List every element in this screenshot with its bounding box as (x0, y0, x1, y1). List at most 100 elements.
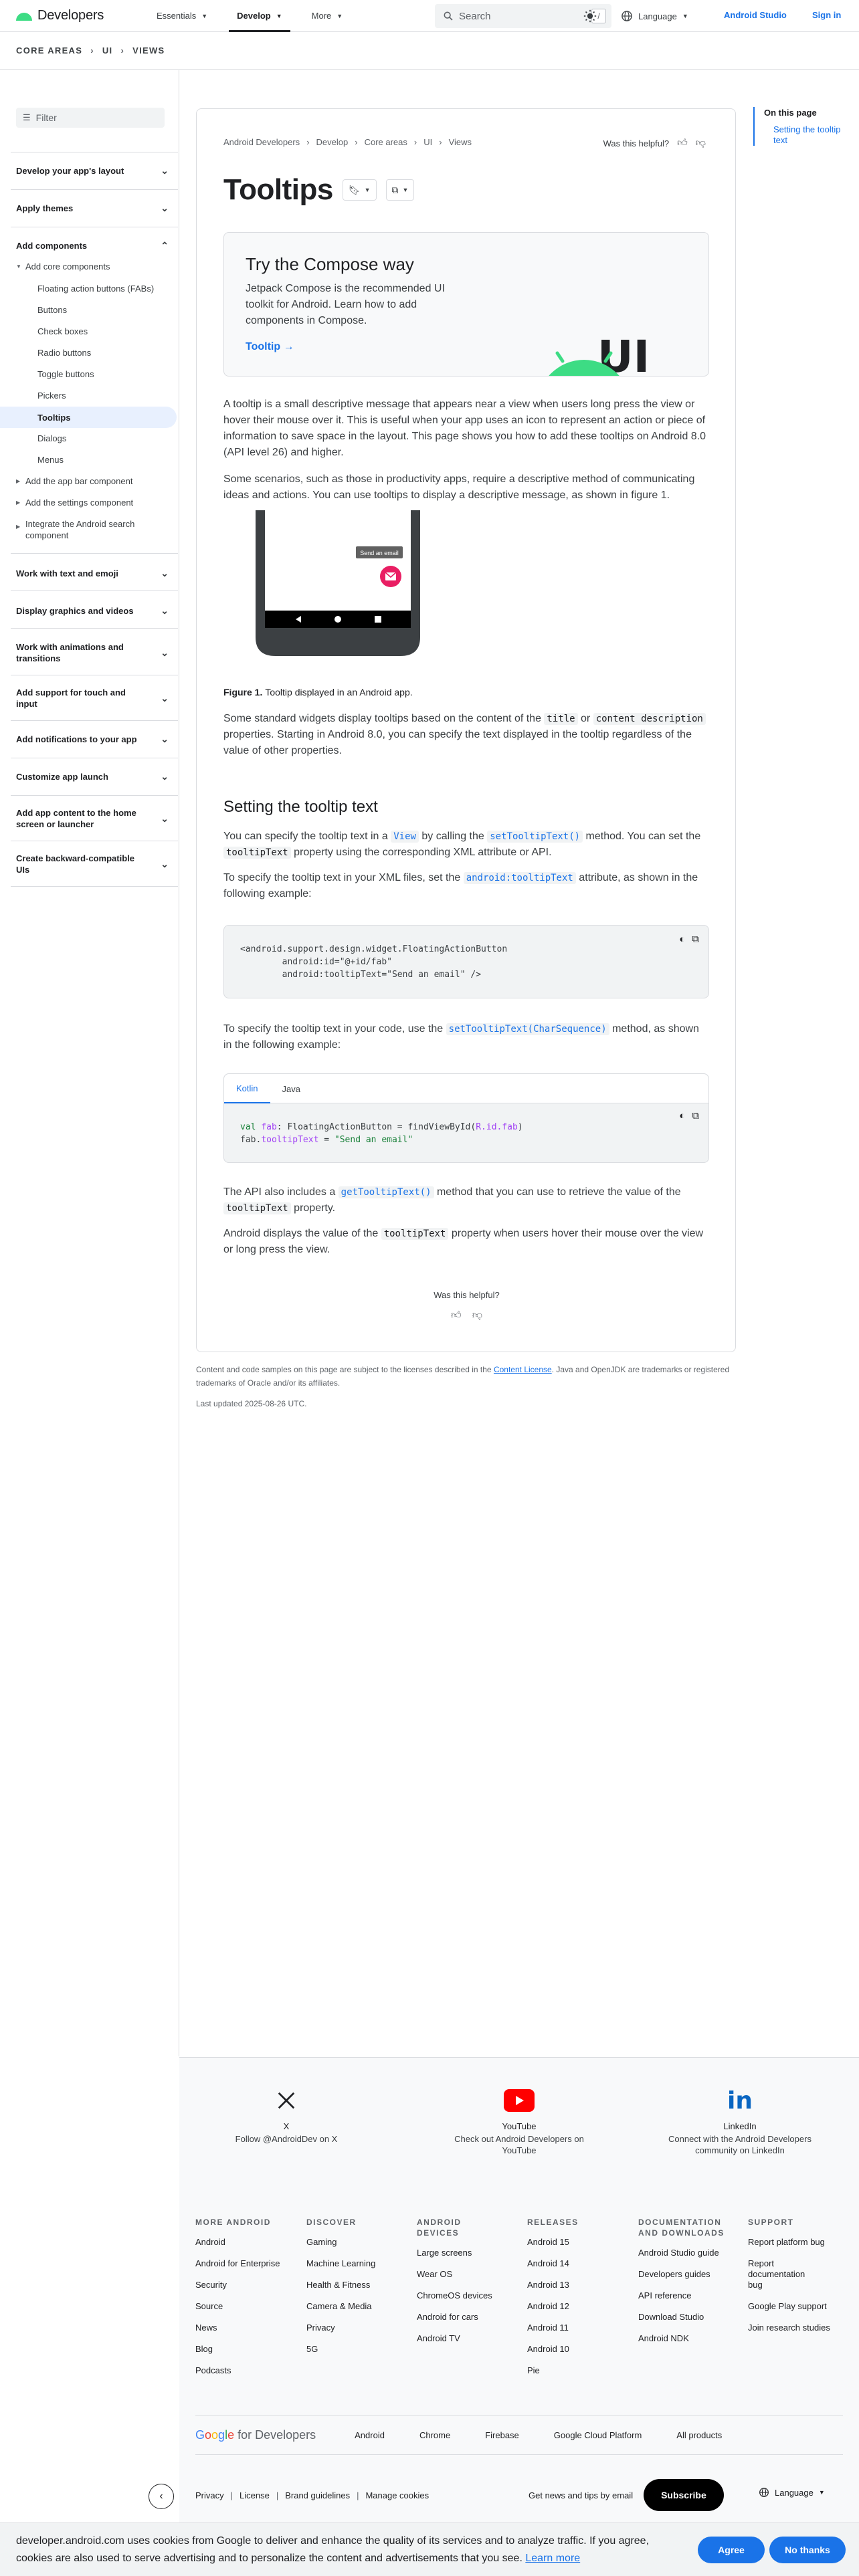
footer-link[interactable]: API reference (638, 2290, 739, 2301)
thumb-down-icon[interactable]: 👎︎ (696, 137, 706, 149)
sidebar-item-app-bar[interactable]: ▶ Add the app bar component (0, 475, 177, 487)
footer-link[interactable]: Security (195, 2280, 296, 2290)
footer-link[interactable]: Android 14 (527, 2258, 628, 2269)
toc-item-setting-text[interactable]: Setting the tooltip text (753, 119, 847, 146)
theme-toggle-button[interactable] (581, 7, 599, 25)
footer-link[interactable]: Machine Learning (306, 2258, 407, 2269)
copy-code-icon[interactable]: ⧉ (692, 934, 699, 945)
compose-tooltip-link[interactable]: Tooltip → (246, 341, 294, 353)
license-link[interactable]: License (240, 2490, 270, 2500)
footer-link[interactable]: Android for Enterprise (195, 2258, 296, 2269)
sidebar-section-layout[interactable]: Develop your app's layout ⌄ (0, 165, 179, 177)
footer-link[interactable]: 5G (306, 2344, 407, 2355)
view-link[interactable]: View (391, 831, 419, 843)
sidebar-item-menus[interactable]: Menus (0, 454, 177, 465)
footer-link[interactable]: Podcasts (195, 2365, 296, 2376)
social-x[interactable]: X Follow @AndroidDev on X (213, 2087, 360, 2145)
sidebar-section-animations[interactable]: Work with animations and transitions ⌄ (0, 641, 179, 664)
footer-link[interactable]: Join research studies (748, 2323, 842, 2333)
sidebar-section-backward[interactable]: Create backward-compatible UIs ⌄ (0, 853, 179, 875)
settooltiptext-charsequence-link[interactable]: setTooltipText(CharSequence) (446, 1023, 609, 1035)
footer-link[interactable]: Wear OS (417, 2269, 517, 2280)
footer-link[interactable]: Android Studio guide (638, 2248, 739, 2258)
footer-link[interactable]: Large screens (417, 2248, 517, 2258)
tooltiptext-attr-link[interactable]: android:tooltipText (463, 872, 576, 884)
gettooltiptext-link[interactable]: getTooltipText() (338, 1186, 434, 1198)
google-for-developers-logo[interactable]: Google for Developers (195, 2428, 316, 2442)
learn-more-link[interactable]: Learn more (525, 2553, 580, 2564)
developers-logo[interactable]: Developers (15, 8, 122, 23)
android-studio-link[interactable]: Android Studio (724, 10, 787, 20)
sidebar-item-fabs[interactable]: Floating action buttons (FABs) (0, 283, 177, 294)
copy-code-icon[interactable]: ⧉ (692, 1110, 699, 1121)
crumb-views[interactable]: Views (449, 137, 472, 147)
breadcrumb-core-areas[interactable]: CORE AREAS (16, 45, 82, 56)
footer-product-link[interactable]: Chrome (419, 2430, 450, 2440)
privacy-link[interactable]: Privacy (195, 2490, 224, 2500)
sidebar-item-dialogs[interactable]: Dialogs (0, 433, 177, 444)
dark-mode-icon[interactable]: ◐ (679, 1110, 685, 1121)
crumb-android-developers[interactable]: Android Developers (223, 137, 300, 147)
sidebar-item-search[interactable]: ▶ Integrate the Android search component (0, 518, 167, 541)
footer-link[interactable]: News (195, 2323, 296, 2333)
footer-link[interactable]: Google Play support (748, 2301, 842, 2312)
footer-link[interactable]: Source (195, 2301, 296, 2312)
footer-product-link[interactable]: Android (355, 2430, 385, 2440)
sidebar-section-notifications[interactable]: Add notifications to your app ⌄ (0, 734, 179, 745)
language-selector[interactable]: Language ▼ (621, 5, 688, 27)
filter-input[interactable]: ☰ Filter (16, 108, 165, 128)
sidebar-section-touch[interactable]: Add support for touch and input ⌄ (0, 687, 179, 710)
sidebar-section-graphics[interactable]: Display graphics and videos ⌄ (0, 605, 179, 617)
bookmark-button[interactable]: 🔖︎ ▼ (342, 179, 377, 201)
sidebar-section-text[interactable]: Work with text and emoji ⌄ (0, 568, 179, 579)
brand-guidelines-link[interactable]: Brand guidelines (285, 2490, 350, 2500)
content-license-link[interactable]: Content License (494, 1365, 552, 1374)
sidebar-item-check-boxes[interactable]: Check boxes (0, 326, 177, 337)
footer-link[interactable]: Android for cars (417, 2312, 517, 2323)
footer-link[interactable]: Blog (195, 2344, 296, 2355)
sidebar-item-radio-buttons[interactable]: Radio buttons (0, 347, 177, 358)
footer-product-link[interactable]: All products (676, 2430, 722, 2440)
thumb-up-icon[interactable]: 👍︎ (451, 1309, 462, 1321)
sidebar-section-home-screen[interactable]: Add app content to the home screen or la… (0, 807, 179, 830)
no-thanks-button[interactable]: No thanks (769, 2537, 846, 2563)
footer-link[interactable]: Gaming (306, 2237, 407, 2248)
sidebar-item-toggle-buttons[interactable]: Toggle buttons (0, 368, 177, 380)
footer-link[interactable]: Android 13 (527, 2280, 628, 2290)
footer-link[interactable]: Report documentation bug (748, 2258, 822, 2290)
footer-link[interactable]: Health & Fitness (306, 2280, 407, 2290)
copy-link-button[interactable]: ⧉ ▼ (385, 179, 415, 201)
collapse-sidebar-button[interactable]: ‹ (149, 2484, 174, 2509)
settooltiptext-link[interactable]: setTooltipText() (487, 831, 583, 843)
footer-link[interactable]: Android 10 (527, 2344, 628, 2355)
sidebar-item-add-core[interactable]: ▼ Add core components (0, 261, 177, 272)
footer-link[interactable]: ChromeOS devices (417, 2290, 517, 2301)
footer-link[interactable]: Android NDK (638, 2333, 739, 2344)
sign-in-link[interactable]: Sign in (812, 10, 841, 20)
footer-product-link[interactable]: Firebase (485, 2430, 519, 2440)
tab-kotlin[interactable]: Kotlin (224, 1074, 270, 1103)
footer-link[interactable]: Android (195, 2237, 296, 2248)
footer-link[interactable]: Report platform bug (748, 2237, 842, 2248)
thumb-down-icon[interactable]: 👎︎ (472, 1309, 482, 1321)
sidebar-item-tooltips[interactable]: Tooltips (0, 407, 177, 428)
tab-java[interactable]: Java (270, 1074, 312, 1103)
manage-cookies-link[interactable]: Manage cookies (365, 2490, 429, 2500)
nav-essentials[interactable]: Essentials ▼ (142, 0, 222, 32)
breadcrumb-views[interactable]: VIEWS (132, 45, 165, 56)
social-linkedin[interactable]: in LinkedIn Connect with the Android Dev… (666, 2087, 814, 2156)
social-youtube[interactable]: YouTube Check out Android Developers on … (446, 2087, 593, 2156)
footer-link[interactable]: Developers guides (638, 2269, 739, 2280)
crumb-ui[interactable]: UI (423, 137, 432, 147)
footer-language-selector[interactable]: Language ▼ (759, 2487, 825, 2498)
footer-product-link[interactable]: Google Cloud Platform (554, 2430, 642, 2440)
sidebar-item-settings[interactable]: ▶ Add the settings component (0, 497, 177, 508)
sidebar-item-pickers[interactable]: Pickers (0, 390, 177, 401)
footer-link[interactable]: Android 15 (527, 2237, 628, 2248)
footer-link[interactable]: Android 11 (527, 2323, 628, 2333)
footer-link[interactable]: Android TV (417, 2333, 517, 2344)
nav-more[interactable]: More ▼ (297, 0, 358, 32)
sidebar-section-themes[interactable]: Apply themes ⌄ (0, 203, 179, 214)
breadcrumb-ui[interactable]: UI (102, 45, 113, 56)
dark-mode-icon[interactable]: ◐ (679, 934, 685, 945)
